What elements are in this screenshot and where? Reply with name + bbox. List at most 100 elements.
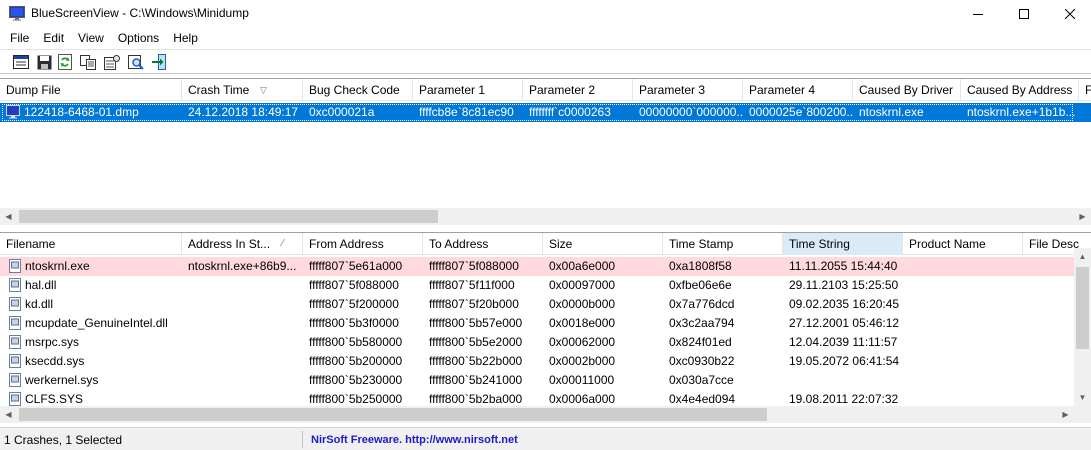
window-title: BlueScreenView - C:\Windows\Minidump bbox=[31, 6, 249, 20]
column-header-from-address[interactable]: From Address bbox=[303, 233, 423, 255]
column-header-size[interactable]: Size bbox=[543, 233, 663, 255]
cell-from-address: fffff807`5f088000 bbox=[309, 278, 399, 292]
cell-time-string: 19.05.2072 06:41:54 bbox=[789, 354, 900, 368]
crash-list[interactable]: Dump File Crash Time ▽ Bug Check Code Pa… bbox=[0, 78, 1091, 228]
cell-address-in-stack: ntoskrnl.exe+86b9... bbox=[188, 259, 297, 273]
driver-row[interactable]: mcupdate_GenuineIntel.dll fffff800`5b3f0… bbox=[0, 314, 1091, 333]
menu-file[interactable]: File bbox=[3, 28, 36, 48]
nirsoft-link[interactable]: NirSoft Freeware. http://www.nirsoft.net bbox=[311, 432, 518, 448]
cell-size: 0x00097000 bbox=[549, 278, 616, 292]
cell-time-string: 09.02.2035 16:20:45 bbox=[789, 297, 900, 311]
cell-filename: werkernel.sys bbox=[25, 373, 99, 387]
cell-filename: kd.dll bbox=[25, 297, 54, 311]
column-header-truncated[interactable]: F bbox=[1079, 79, 1091, 101]
cell-time-string: 12.04.2039 11:11:57 bbox=[789, 335, 898, 349]
find-icon bbox=[128, 54, 144, 70]
column-header-parameter-4[interactable]: Parameter 4 bbox=[743, 79, 853, 101]
driver-row[interactable]: werkernel.sys fffff800`5b230000 fffff800… bbox=[0, 371, 1091, 390]
driver-list-horizontal-scrollbar[interactable]: ◀ ▶ bbox=[0, 406, 1074, 423]
scroll-right-arrow-icon[interactable]: ▶ bbox=[1057, 406, 1074, 423]
cell-size: 0x00062000 bbox=[549, 335, 616, 349]
cell-size: 0x00011000 bbox=[549, 373, 615, 387]
driver-row[interactable]: msrpc.sys fffff800`5b580000 fffff800`5b5… bbox=[0, 333, 1091, 352]
scrollbar-thumb[interactable] bbox=[19, 210, 438, 223]
crash-list-header: Dump File Crash Time ▽ Bug Check Code Pa… bbox=[0, 79, 1091, 101]
cell-to-address: fffff800`5b5e2000 bbox=[429, 335, 523, 349]
column-header-time-string[interactable]: Time String bbox=[783, 233, 903, 255]
driver-row[interactable]: hal.dll fffff807`5f088000 fffff807`5f11f… bbox=[0, 276, 1091, 295]
column-header-dump-file[interactable]: Dump File bbox=[0, 79, 182, 101]
exit-button[interactable] bbox=[149, 53, 169, 71]
cell-from-address: fffff807`5f200000 bbox=[309, 297, 399, 311]
cell-time-stamp: 0x030a7cce bbox=[669, 373, 734, 387]
driver-row[interactable]: ksecdd.sys fffff800`5b200000 fffff800`5b… bbox=[0, 352, 1091, 371]
column-header-crash-time[interactable]: Crash Time ▽ bbox=[182, 79, 303, 101]
column-header-filename[interactable]: Filename bbox=[0, 233, 182, 255]
column-header-parameter-2[interactable]: Parameter 2 bbox=[523, 79, 633, 101]
focus-rectangle bbox=[2, 104, 1073, 121]
crash-row[interactable]: 122418-6468-01.dmp 24.12.2018 18:49:17 0… bbox=[0, 103, 1091, 122]
cell-time-stamp: 0x3c2aa794 bbox=[669, 316, 735, 330]
cell-filename: ntoskrnl.exe bbox=[25, 259, 90, 273]
column-header-product-name[interactable]: Product Name bbox=[903, 233, 1023, 255]
column-header-time-stamp[interactable]: Time Stamp bbox=[663, 233, 783, 255]
cell-time-stamp: 0xa1808f58 bbox=[669, 259, 732, 273]
crash-list-horizontal-scrollbar[interactable]: ◀ ▶ bbox=[0, 208, 1091, 225]
refresh-button[interactable] bbox=[55, 53, 75, 71]
column-header-caused-by-driver[interactable]: Caused By Driver bbox=[853, 79, 961, 101]
save-icon bbox=[37, 55, 51, 69]
driver-row[interactable]: ntoskrnl.exe ntoskrnl.exe+86b9... fffff8… bbox=[0, 257, 1091, 276]
menu-view[interactable]: View bbox=[71, 28, 111, 48]
scroll-left-arrow-icon[interactable]: ◀ bbox=[0, 208, 17, 225]
close-button[interactable] bbox=[1047, 0, 1091, 28]
column-header-label: Address In St... bbox=[188, 237, 271, 251]
scroll-right-arrow-icon[interactable]: ▶ bbox=[1074, 208, 1091, 225]
bluescreen-monitor-icon bbox=[9, 6, 25, 21]
minimize-button[interactable] bbox=[955, 0, 1001, 28]
driver-row[interactable]: kd.dll fffff807`5f200000 fffff807`5f20b0… bbox=[0, 295, 1091, 314]
cell-size: 0x0002b000 bbox=[549, 354, 616, 368]
status-divider bbox=[302, 431, 303, 448]
cell-filename: ksecdd.sys bbox=[25, 354, 85, 368]
scrollbar-thumb[interactable] bbox=[1076, 267, 1089, 349]
column-header-bug-check-code[interactable]: Bug Check Code bbox=[303, 79, 413, 101]
column-header-parameter-1[interactable]: Parameter 1 bbox=[413, 79, 523, 101]
sort-indicator-icon: ⁄ bbox=[282, 238, 284, 249]
cell-size: 0x00a6e000 bbox=[549, 259, 616, 273]
column-header-caused-by-address[interactable]: Caused By Address bbox=[961, 79, 1079, 101]
title-bar[interactable]: BlueScreenView - C:\Windows\Minidump bbox=[0, 0, 1091, 28]
column-header-label: Crash Time bbox=[188, 83, 250, 97]
maximize-button[interactable] bbox=[1001, 0, 1047, 28]
refresh-icon bbox=[58, 54, 72, 70]
maximize-icon bbox=[1019, 9, 1029, 19]
cell-size: 0x0018e000 bbox=[549, 316, 616, 330]
properties-button[interactable] bbox=[11, 53, 31, 71]
copy-icon bbox=[80, 54, 96, 70]
cell-from-address: fffff800`5b200000 bbox=[309, 354, 403, 368]
cell-time-stamp: 0x7a776dcd bbox=[669, 297, 735, 311]
status-bar: 1 Crashes, 1 Selected NirSoft Freeware. … bbox=[0, 427, 1091, 450]
copy-button[interactable] bbox=[78, 53, 98, 71]
column-header-parameter-3[interactable]: Parameter 3 bbox=[633, 79, 743, 101]
cell-to-address: fffff800`5b57e000 bbox=[429, 316, 523, 330]
column-header-address-in-stack[interactable]: Address In St... ⁄ bbox=[182, 233, 303, 255]
column-header-to-address[interactable]: To Address bbox=[423, 233, 543, 255]
scrollbar-thumb[interactable] bbox=[19, 408, 767, 421]
html-report-button[interactable] bbox=[102, 53, 122, 71]
scroll-up-arrow-icon[interactable]: ▲ bbox=[1074, 248, 1091, 265]
scroll-left-arrow-icon[interactable]: ◀ bbox=[0, 406, 17, 423]
cell-time-string: 29.11.2103 15:25:50 bbox=[789, 278, 899, 292]
menu-edit[interactable]: Edit bbox=[36, 28, 71, 48]
scroll-down-arrow-icon[interactable]: ▼ bbox=[1074, 389, 1091, 406]
menu-options[interactable]: Options bbox=[111, 28, 166, 48]
toolbar bbox=[0, 49, 1091, 74]
menu-help[interactable]: Help bbox=[166, 28, 205, 48]
driver-list-vertical-scrollbar[interactable]: ▲ ▼ bbox=[1074, 248, 1091, 406]
scrollbar-corner bbox=[1074, 406, 1091, 423]
find-button[interactable] bbox=[126, 53, 146, 71]
save-button[interactable] bbox=[34, 53, 54, 71]
cell-to-address: fffff800`5b22b000 bbox=[429, 354, 523, 368]
status-summary: 1 Crashes, 1 Selected bbox=[4, 433, 123, 447]
cell-to-address: fffff807`5f11f000 bbox=[429, 278, 515, 292]
driver-list[interactable]: Filename Address In St... ⁄ From Address… bbox=[0, 232, 1091, 424]
